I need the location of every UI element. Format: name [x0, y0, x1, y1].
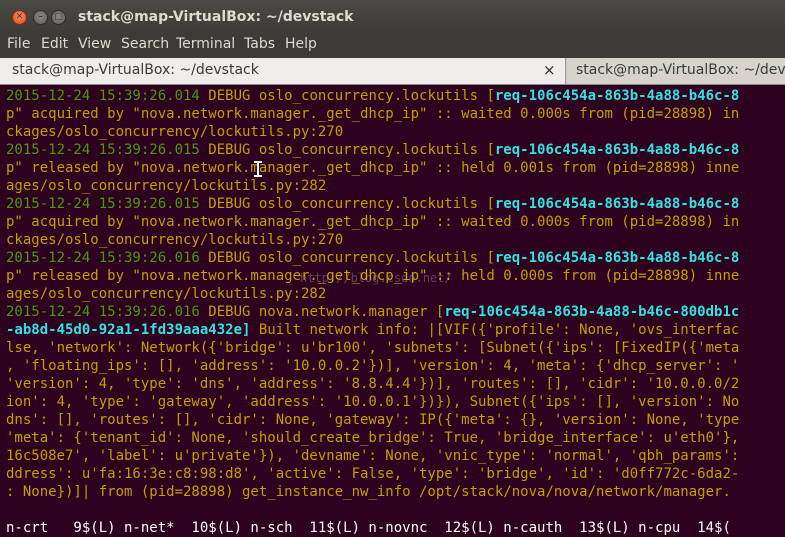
terminal-text-segment: p" acquired by "nova.network.manager._ge…: [6, 214, 740, 230]
close-icon[interactable]: ×: [543, 61, 556, 79]
terminal-text-segment: 2015-12-24 15:39:26.016: [6, 250, 209, 266]
terminal-line: dns': [], 'routes': [], 'cidr': None, 'g…: [6, 411, 739, 429]
terminal-text-segment: lse, 'network': Network({'bridge': u'br1…: [6, 340, 740, 356]
terminal-line: p" acquired by "nova.network.manager._ge…: [6, 105, 739, 123]
terminal-line: 2015-12-24 15:39:26.016 DEBUG oslo_concu…: [6, 249, 739, 267]
terminal-line: -ab8d-45d0-92a1-1fd39aaa432e] Built netw…: [6, 321, 739, 339]
close-window-button[interactable]: ✕: [12, 10, 27, 25]
terminal-text-segment: 16c508e7', 'label': u'private'}), 'devna…: [6, 448, 740, 464]
terminal-text-segment: -ab8d-45d0-92a1-1fd39aaa432e]: [6, 322, 259, 338]
terminal-line: 2015-12-24 15:39:26.015 DEBUG oslo_concu…: [6, 141, 739, 159]
terminal-text-segment: 2015-12-24 15:39:26.016: [6, 304, 209, 320]
terminal-line: 16c508e7', 'label': u'private'}), 'devna…: [6, 447, 739, 465]
menu-tabs[interactable]: Tabs: [244, 36, 275, 52]
window-titlebar: ✕ – □ stack@map-VirtualBox: ~/devstack: [0, 0, 785, 35]
terminal-line: 'meta': {'tenant_id': None, 'should_crea…: [6, 429, 739, 447]
terminal-text-segment: , 'floating_ips': [], 'address': '10.0.0…: [6, 358, 740, 374]
terminal-text-segment: ckages/oslo_concurrency/lockutils.py:270: [6, 232, 344, 248]
terminal-text-segment: DEBUG oslo_concurrency.lockutils [: [208, 250, 495, 266]
terminal-text-segment: ddress': u'fa:16:3e:c8:98:d8', 'active':…: [6, 466, 740, 482]
terminal-text-segment: DEBUG oslo_concurrency.lockutils [: [208, 142, 495, 158]
maximize-icon: □: [54, 12, 63, 22]
terminal-text-segment: 'meta': {'tenant_id': None, 'should_crea…: [6, 430, 740, 446]
terminal-text-segment: p" released by "nova.network.manager._ge…: [6, 160, 740, 176]
tab-bar: stack@map-VirtualBox: ~/devstack × stack…: [0, 58, 785, 85]
terminal-text-segment: 2015-12-24 15:39:26.014: [6, 88, 209, 104]
terminal-text-segment: req-106c454a-863b-4a88-b46c-8: [494, 142, 740, 158]
terminal-text-segment: 'version': 4, 'type': 'dns', 'address': …: [6, 376, 740, 392]
menu-edit[interactable]: Edit: [41, 36, 68, 52]
terminal-text-segment: : None})]| from (pid=28898) get_instance…: [6, 484, 731, 500]
terminal-text-segment: ages/oslo_concurrency/lockutils.py:282: [6, 178, 327, 194]
maximize-window-button[interactable]: □: [51, 10, 66, 25]
terminal-text-segment: ages/oslo_concurrency/lockutils.py:282: [6, 286, 327, 302]
menu-help[interactable]: Help: [285, 36, 317, 52]
terminal-text-segment: req-106c454a-863b-4a88-b46c-8: [494, 250, 740, 266]
terminal-line: 2015-12-24 15:39:26.014 DEBUG oslo_concu…: [6, 87, 739, 105]
minimize-icon: –: [38, 12, 43, 22]
tab-label: stack@map-VirtualBox: ~/devs: [576, 62, 785, 78]
window-title: stack@map-VirtualBox: ~/devstack: [78, 9, 354, 25]
tab-devstack-second[interactable]: stack@map-VirtualBox: ~/devs: [567, 58, 785, 84]
terminal-text-segment: DEBUG nova.network.manager [: [208, 304, 445, 320]
terminal-text-segment: 2015-12-24 15:39:26.015: [6, 196, 209, 212]
menu-bar: File Edit View Search Terminal Tabs Help: [0, 35, 785, 58]
minimize-window-button[interactable]: –: [33, 10, 48, 25]
text-cursor-icon: [254, 161, 262, 177]
close-icon: ✕: [15, 12, 24, 22]
terminal-text-segment: req-106c454a-863b-4a88-b46c-8: [494, 196, 740, 212]
screen-status-line: n-crt 9$(L) n-net* 10$(L) n-sch 11$(L) n…: [6, 520, 731, 536]
terminal-text-segment: p" acquired by "nova.network.manager._ge…: [6, 106, 740, 122]
terminal-line: 'version': 4, 'type': 'dns', 'address': …: [6, 375, 739, 393]
terminal-line: : None})]| from (pid=28898) get_instance…: [6, 483, 731, 501]
terminal-text-segment: DEBUG oslo_concurrency.lockutils [: [208, 88, 495, 104]
terminal-text-segment: DEBUG oslo_concurrency.lockutils [: [208, 196, 495, 212]
terminal-text-segment: ckages/oslo_concurrency/lockutils.py:270: [6, 124, 344, 140]
terminal-text-segment: req-106c454a-863b-4a88-b46c-800db1c: [444, 304, 740, 320]
menu-search[interactable]: Search: [121, 36, 169, 52]
terminal-line: lse, 'network': Network({'bridge': u'br1…: [6, 339, 739, 357]
terminal-line: ddress': u'fa:16:3e:c8:98:d8', 'active':…: [6, 465, 739, 483]
terminal-text-segment: dns': [], 'routes': [], 'cidr': None, 'g…: [6, 412, 740, 428]
tab-label: stack@map-VirtualBox: ~/devstack: [12, 62, 259, 78]
terminal-line: ion': 4, 'type': 'gateway', 'address': '…: [6, 393, 739, 411]
terminal-line: 2015-12-24 15:39:26.016 DEBUG nova.netwo…: [6, 303, 739, 321]
terminal-text-segment: ion': 4, 'type': 'gateway', 'address': '…: [6, 394, 740, 410]
terminal-line: ages/oslo_concurrency/lockutils.py:282: [6, 177, 326, 195]
terminal-line: ages/oslo_concurrency/lockutils.py:282: [6, 285, 326, 303]
terminal-text-segment: 2015-12-24 15:39:26.015: [6, 142, 209, 158]
terminal-line: ckages/oslo_concurrency/lockutils.py:270: [6, 231, 343, 249]
terminal-text-segment: Built network info: |[VIF({'profile': No…: [258, 322, 740, 338]
menu-file[interactable]: File: [7, 36, 30, 52]
terminal-output[interactable]: 2015-12-24 15:39:26.014 DEBUG oslo_concu…: [0, 86, 785, 537]
terminal-line: 2015-12-24 15:39:26.015 DEBUG oslo_concu…: [6, 195, 739, 213]
terminal-text-segment: req-106c454a-863b-4a88-b46c-8: [494, 88, 740, 104]
watermark-text: http://blog.csdn.net/: [300, 271, 452, 285]
terminal-line: p" acquired by "nova.network.manager._ge…: [6, 213, 739, 231]
terminal-line: p" released by "nova.network.manager._ge…: [6, 159, 739, 177]
menu-terminal[interactable]: Terminal: [176, 36, 235, 52]
terminal-line: , 'floating_ips': [], 'address': '10.0.0…: [6, 357, 739, 375]
menu-view[interactable]: View: [78, 36, 111, 52]
tab-devstack-active[interactable]: stack@map-VirtualBox: ~/devstack ×: [0, 58, 566, 84]
terminal-line: ckages/oslo_concurrency/lockutils.py:270: [6, 123, 343, 141]
